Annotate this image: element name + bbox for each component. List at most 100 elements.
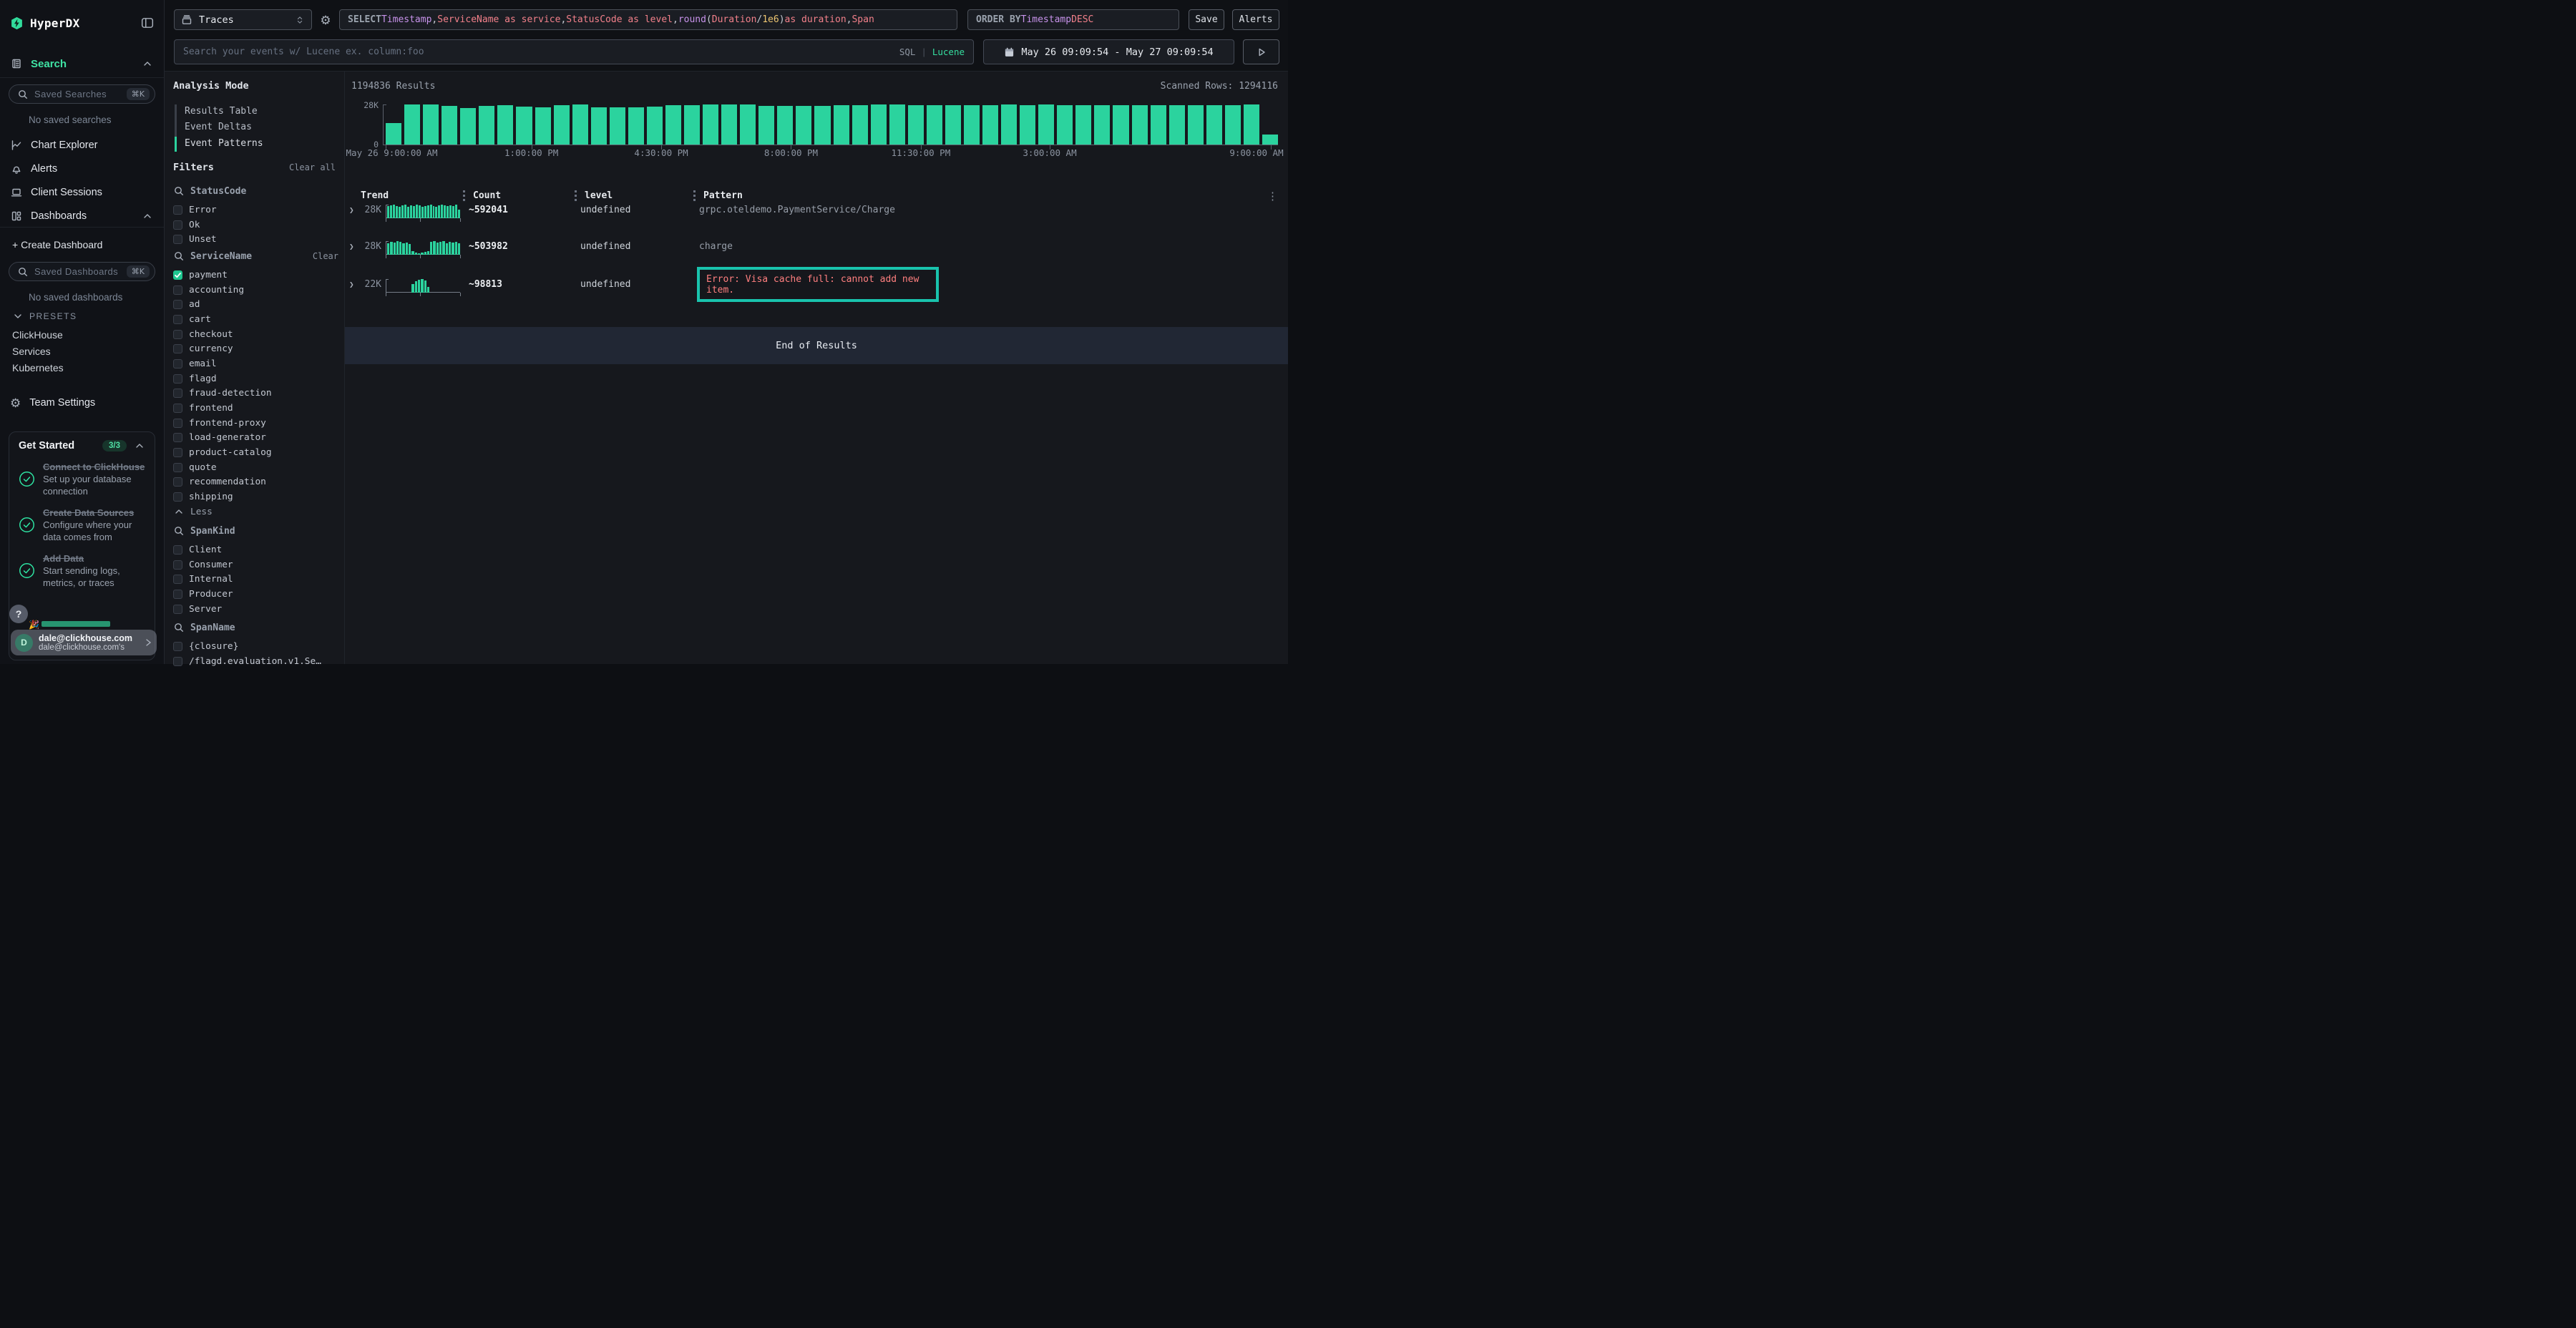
- preset-item-kubernetes[interactable]: Kubernetes: [0, 359, 164, 376]
- row-expand-chevron[interactable]: ❯: [349, 203, 354, 218]
- checkbox[interactable]: [173, 285, 182, 295]
- filter-checkbox--closure-[interactable]: {closure}: [173, 639, 338, 654]
- alerts-button[interactable]: Alerts: [1232, 9, 1279, 30]
- sidebar-item-search[interactable]: Search: [0, 54, 164, 73]
- filter-checkbox-accounting[interactable]: accounting: [173, 283, 338, 298]
- filter-checkbox-error[interactable]: Error: [173, 202, 338, 218]
- checkbox[interactable]: [173, 605, 182, 614]
- get-started-header[interactable]: Get Started 3/3: [19, 440, 145, 451]
- source-select[interactable]: Traces: [174, 9, 312, 30]
- checkbox[interactable]: [173, 205, 182, 215]
- get-started-item[interactable]: Connect to ClickHouseSet up your databas…: [19, 461, 145, 497]
- analysis-mode-results-table[interactable]: Results Table: [175, 103, 344, 119]
- filter-checkbox-payment[interactable]: payment: [173, 268, 338, 283]
- logo[interactable]: HyperDX: [0, 13, 164, 33]
- checkbox[interactable]: [173, 433, 182, 442]
- checkbox[interactable]: [173, 220, 182, 230]
- filter-checkbox-currency[interactable]: currency: [173, 341, 338, 356]
- filter-checkbox-product-catalog[interactable]: product-catalog: [173, 445, 338, 460]
- checkbox[interactable]: [173, 545, 182, 555]
- highlighted-pattern-box[interactable]: Error: Visa cache full: cannot add new i…: [697, 267, 939, 302]
- checkbox[interactable]: [173, 404, 182, 413]
- sql-orderby-input[interactable]: ORDER BY Timestamp DESC: [967, 9, 1179, 30]
- search-icon[interactable]: [173, 250, 185, 262]
- filter-checkbox-client[interactable]: Client: [173, 542, 338, 557]
- column-resize-handle[interactable]: [693, 190, 696, 201]
- checkbox[interactable]: [173, 330, 182, 339]
- filter-checkbox-recommendation[interactable]: recommendation: [173, 475, 338, 490]
- filter-checkbox--flagd-evaluation-v1-se-[interactable]: /flagd.evaluation.v1.Se…: [173, 654, 338, 669]
- row-expand-chevron[interactable]: ❯: [349, 278, 354, 292]
- filter-checkbox-fraud-detection[interactable]: fraud-detection: [173, 386, 338, 401]
- column-resize-handle[interactable]: [463, 190, 465, 201]
- table-row[interactable]: ❯28K~592041undefinedgrpc.oteldemo.Paymen…: [349, 203, 1278, 235]
- user-menu[interactable]: D dale@clickhouse.com dale@clickhouse.co…: [11, 630, 157, 655]
- filter-checkbox-checkout[interactable]: checkout: [173, 327, 338, 342]
- filter-checkbox-server[interactable]: Server: [173, 602, 338, 617]
- collapse-panel-icon[interactable]: [141, 16, 154, 29]
- filter-checkbox-email[interactable]: email: [173, 356, 338, 371]
- get-started-item[interactable]: Add DataStart sending logs, metrics, or …: [19, 552, 145, 589]
- checkbox[interactable]: [173, 642, 182, 651]
- checkbox[interactable]: [173, 315, 182, 324]
- checkbox[interactable]: [173, 575, 182, 584]
- run-query-button[interactable]: [1243, 39, 1279, 64]
- search-input[interactable]: [183, 47, 892, 57]
- filter-checkbox-unset[interactable]: Unset: [173, 232, 338, 247]
- saved-dashboards-input[interactable]: Saved Dashboards ⌘K: [9, 262, 155, 281]
- checkbox[interactable]: [173, 560, 182, 570]
- row-expand-chevron[interactable]: ❯: [349, 240, 354, 254]
- filter-checkbox-shipping[interactable]: shipping: [173, 489, 338, 504]
- checkbox[interactable]: [173, 374, 182, 384]
- sidebar-item-chart-explorer[interactable]: Chart Explorer: [0, 133, 164, 157]
- table-row[interactable]: ❯22K~98813undefinedError: Visa cache ful…: [349, 278, 1278, 309]
- sidebar-item-client-sessions[interactable]: Client Sessions: [0, 180, 164, 204]
- preset-item-services[interactable]: Services: [0, 343, 164, 359]
- filter-checkbox-internal[interactable]: Internal: [173, 572, 338, 587]
- checkbox[interactable]: [173, 419, 182, 428]
- filter-checkbox-consumer[interactable]: Consumer: [173, 557, 338, 572]
- clear-all-filters-link[interactable]: Clear all: [289, 162, 336, 172]
- filter-checkbox-ad[interactable]: ad: [173, 297, 338, 312]
- column-resize-handle[interactable]: [575, 190, 577, 201]
- presets-toggle[interactable]: PRESETS: [0, 311, 164, 322]
- sidebar-item-alerts[interactable]: Alerts: [0, 157, 164, 180]
- filter-checkbox-frontend[interactable]: frontend: [173, 401, 338, 416]
- clear-filter-link[interactable]: Clear: [313, 251, 338, 261]
- filter-checkbox-quote[interactable]: quote: [173, 460, 338, 475]
- analysis-mode-event-patterns[interactable]: Event Patterns: [175, 135, 344, 152]
- filter-checkbox-flagd[interactable]: flagd: [173, 371, 338, 386]
- filter-checkbox-frontend-proxy[interactable]: frontend-proxy: [173, 416, 338, 431]
- date-range-picker[interactable]: May 26 09:09:54 - May 27 09:09:54: [983, 39, 1234, 64]
- filter-checkbox-ok[interactable]: Ok: [173, 218, 338, 233]
- search-icon[interactable]: [173, 622, 185, 633]
- analysis-mode-event-deltas[interactable]: Event Deltas: [175, 119, 344, 136]
- checkbox[interactable]: [173, 477, 182, 487]
- checkbox[interactable]: [173, 389, 182, 398]
- help-button[interactable]: ?: [9, 605, 28, 623]
- sidebar-item-dashboards[interactable]: Dashboards: [0, 204, 164, 228]
- sql-mode-toggle[interactable]: SQL: [899, 47, 916, 57]
- search-icon[interactable]: [173, 185, 185, 197]
- checkbox[interactable]: [173, 359, 182, 368]
- saved-searches-input[interactable]: Saved Searches ⌘K: [9, 84, 155, 104]
- filter-checkbox-producer[interactable]: Producer: [173, 587, 338, 602]
- checkbox[interactable]: [173, 492, 182, 502]
- search-icon[interactable]: [173, 525, 185, 537]
- show-less-toggle[interactable]: Less: [173, 504, 338, 519]
- preset-item-clickhouse[interactable]: ClickHouse: [0, 326, 164, 343]
- table-menu-icon[interactable]: ⋮: [1267, 190, 1278, 202]
- sql-select-input[interactable]: SELECT Timestamp, ServiceName as service…: [339, 9, 957, 30]
- save-button[interactable]: Save: [1189, 9, 1224, 30]
- checkbox[interactable]: [173, 300, 182, 309]
- create-dashboard-button[interactable]: + Create Dashboard: [0, 236, 164, 253]
- source-settings-button[interactable]: ⚙: [316, 11, 335, 29]
- filter-checkbox-load-generator[interactable]: load-generator: [173, 431, 338, 446]
- get-started-item[interactable]: Create Data SourcesConfigure where your …: [19, 507, 145, 543]
- filter-checkbox-cart[interactable]: cart: [173, 312, 338, 327]
- checkbox[interactable]: [173, 590, 182, 599]
- lucene-mode-toggle[interactable]: Lucene: [932, 47, 965, 57]
- checkbox[interactable]: [173, 344, 182, 353]
- checkbox[interactable]: [173, 270, 182, 280]
- checkbox[interactable]: [173, 657, 182, 666]
